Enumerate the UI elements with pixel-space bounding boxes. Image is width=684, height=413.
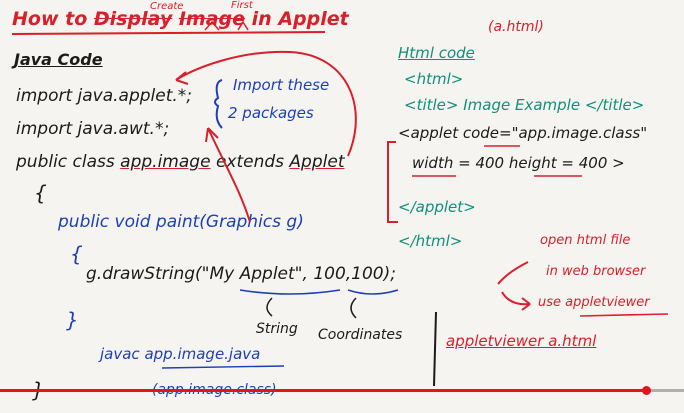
coords-underline [347,289,399,295]
string-underline [239,289,341,295]
divider-line [433,311,437,387]
string-pointer [266,297,273,317]
insert-caret-1 [204,20,220,31]
insert-caret-2 [237,20,249,31]
annotation-strokes [11,20,669,387]
title-underline [11,31,326,35]
compile-underline [161,365,285,369]
progress-fill [0,389,647,392]
run-arrow [501,291,531,306]
whiteboard: How to Display Image in Applet Create Fi… [0,0,684,413]
graphics-arrow [207,127,251,223]
imports-brace [214,79,223,129]
video-progress-bar[interactable] [0,386,684,395]
applet-block-bracket [387,141,398,223]
applet-arrow [175,50,357,157]
appletviewer-underline [579,313,669,317]
coords-pointer [350,297,357,319]
progress-scrubber[interactable] [642,386,652,395]
run-connector [497,261,529,285]
